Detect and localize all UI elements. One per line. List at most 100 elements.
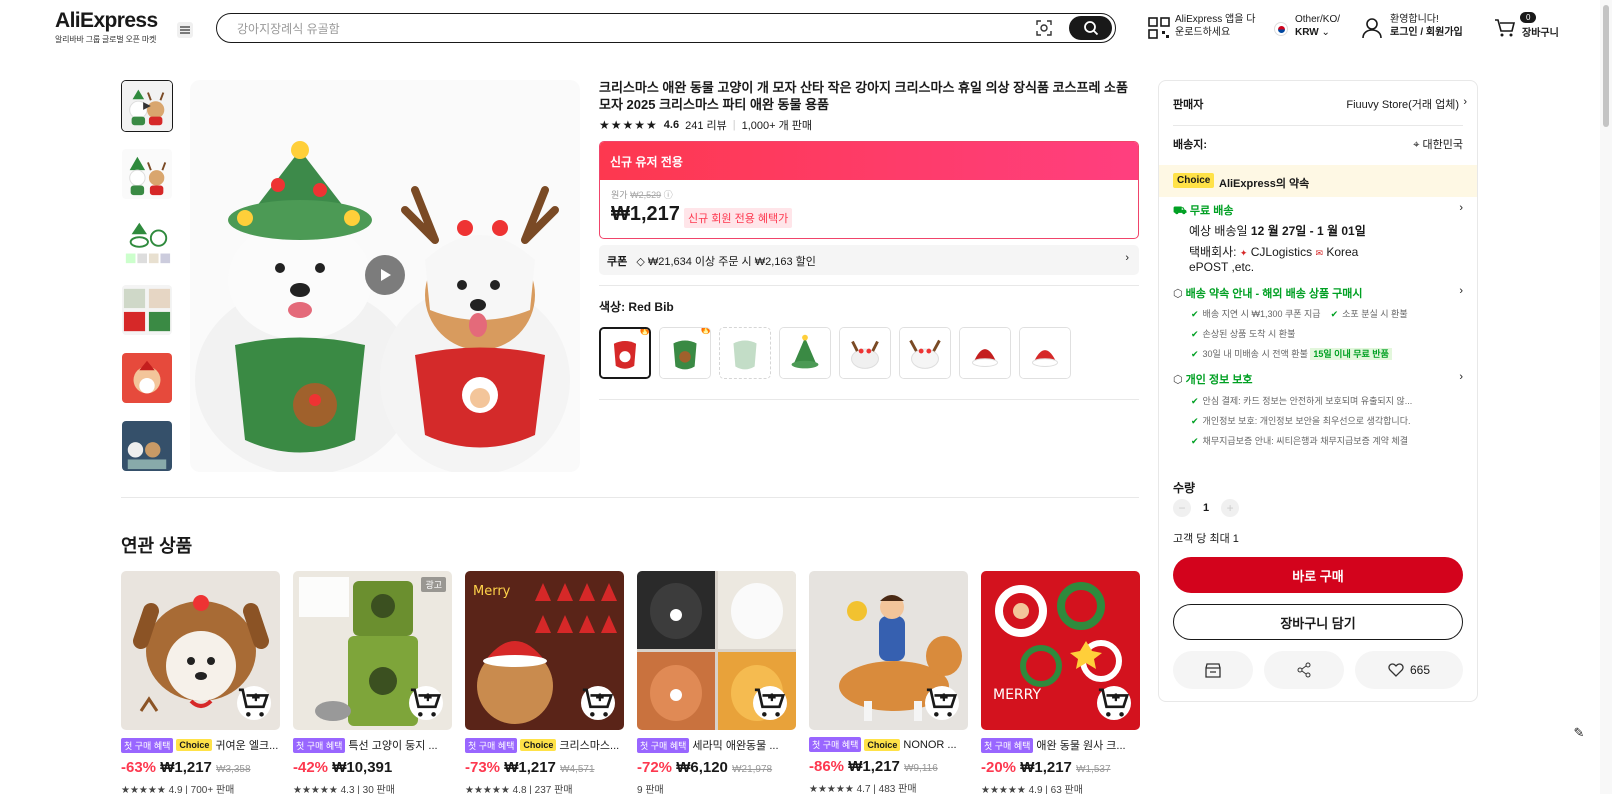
swatch-green-hat[interactable] xyxy=(779,327,831,379)
add-to-cart-icon[interactable] xyxy=(753,686,787,720)
color-swatches: 🔥 🔥 xyxy=(599,327,1071,379)
add-to-cart-icon[interactable] xyxy=(409,686,443,720)
add-to-cart-icon[interactable] xyxy=(1097,686,1131,720)
rating-value: 4.6 xyxy=(663,119,680,131)
swatch-green-set-unavailable xyxy=(719,327,771,379)
swatch-red-hat-2[interactable] xyxy=(1019,327,1071,379)
search-bar: 강아지장례식 유골함 xyxy=(216,13,1116,43)
original-price: 원가 ₩2,529 ⓘ xyxy=(611,190,673,200)
product-card[interactable]: 첫 구매 혜택 Choice NONOR ... -86% ₩1,217 ₩9,11… xyxy=(809,571,968,794)
share-button[interactable] xyxy=(1264,651,1344,689)
sale-price: ₩1,217 xyxy=(611,203,680,225)
hot-icon: 🔥 xyxy=(638,327,651,336)
svg-text:Merry: Merry xyxy=(473,584,511,599)
separator: | xyxy=(732,119,736,131)
increase-qty-button[interactable]: + xyxy=(1221,499,1240,517)
quantity-stepper: − 1 + xyxy=(1173,499,1240,517)
product-card-image[interactable]: MERRY xyxy=(981,571,1140,730)
add-to-cart-icon[interactable] xyxy=(237,686,271,720)
delivery-guarantee-row[interactable]: ⬡ 배송 약속 안내 - 해외 배송 상품 구매시 › xyxy=(1173,285,1463,301)
menu-icon[interactable] xyxy=(177,22,193,38)
free-shipping-row[interactable]: ⛟ 무료 배송 › xyxy=(1173,202,1463,219)
product-card-image[interactable] xyxy=(637,571,796,730)
chevron-right-icon: › xyxy=(1125,252,1129,264)
search-icon xyxy=(1083,21,1098,36)
seller-row[interactable]: 판매자 Fiuuvy Store(거래 업체) › xyxy=(1173,96,1467,112)
chevron-right-icon: › xyxy=(1459,285,1463,297)
price-tag: 신규 회원 전용 혜택가 xyxy=(684,208,793,228)
guarantee-item: ✔ 배송 지연 시 ₩1,300 쿠폰 지급 ✔ 소포 분실 시 환불 xyxy=(1191,309,1408,319)
ad-tag: 광고 xyxy=(421,577,446,592)
cart-count-badge: 0 xyxy=(1520,12,1537,23)
privacy-item: ✔ 안심 결제: 카드 정보는 안전하게 보호되며 유출되지 않... xyxy=(1191,396,1413,406)
thumbnail-5[interactable] xyxy=(121,352,173,404)
thumbnail-1[interactable] xyxy=(121,80,173,132)
product-card-image[interactable] xyxy=(809,571,968,730)
thumbnail-strip xyxy=(121,80,177,472)
color-label: 색상: Red Bib xyxy=(599,300,674,314)
divider xyxy=(1173,125,1463,126)
thumbnail-6[interactable] xyxy=(121,420,173,472)
search-button[interactable] xyxy=(1069,16,1112,40)
logo-text: AliExpress xyxy=(55,9,158,32)
thumbnail-2[interactable] xyxy=(121,148,173,200)
add-to-cart-icon[interactable] xyxy=(581,686,615,720)
product-card[interactable]: 첫 구매 혜택 세라믹 애완동물 ... -72% ₩6,120 ₩21,978 … xyxy=(637,571,796,794)
purchase-panel: 판매자 Fiuuvy Store(거래 업체) › 배송지: ⌖ 대한민국 Ch… xyxy=(1158,80,1478,702)
play-video-button[interactable] xyxy=(365,255,405,295)
swatch-red-bib[interactable]: 🔥 xyxy=(599,327,651,379)
swatch-red-hat-1[interactable] xyxy=(959,327,1011,379)
seller-label: 판매자 xyxy=(1173,99,1204,111)
product-card-title: 첫 구매 혜택 특선 고양이 둥지 ... xyxy=(293,737,452,753)
thumbnail-3[interactable] xyxy=(121,216,173,268)
guarantee-item: ✔ 손상된 상품 도착 시 환불 xyxy=(1191,329,1296,339)
feedback-edit-icon[interactable]: ✎ xyxy=(1568,722,1590,744)
ship-to-row[interactable]: 배송지: ⌖ 대한민국 xyxy=(1173,136,1463,152)
thumbnail-4[interactable] xyxy=(121,284,173,336)
chevron-right-icon: › xyxy=(1459,202,1463,214)
product-card[interactable]: Merry 첫 구매 혜택 Choice 크리스마스... -73% ₩1,217 … xyxy=(465,571,624,794)
divider xyxy=(599,285,1139,286)
scrollbar-thumb[interactable] xyxy=(1603,5,1609,127)
swatch-antler-hat-2[interactable] xyxy=(899,327,951,379)
coupon-label: 쿠폰 xyxy=(607,256,628,268)
product-title: 크리스마스 애완 동물 고양이 개 모자 산타 작은 강아지 크리스마스 휴일 … xyxy=(599,80,1128,112)
search-input[interactable]: 강아지장례식 유골함 xyxy=(237,20,340,37)
coupon-row[interactable]: 쿠폰 ◇ ₩21,634 이상 주문 시 ₩2,163 할인 › xyxy=(599,245,1139,275)
seller-name[interactable]: Fiuuvy Store(거래 업체) xyxy=(1346,96,1459,112)
product-card[interactable]: MERRY 첫 구매 혜택 애완 동물 원사 크... -20% ₩1,217 ₩… xyxy=(981,571,1140,794)
product-card-title: 첫 구매 혜택 Choice NONOR ... xyxy=(809,737,968,752)
user-icon xyxy=(1362,18,1382,39)
add-to-cart-icon[interactable] xyxy=(925,686,959,720)
add-to-cart-button[interactable]: 장바구니 담기 xyxy=(1173,604,1463,640)
quantity-limit: 고객 당 최대 1 xyxy=(1173,533,1239,545)
product-card[interactable]: 광고 첫 구매 혜택 특선 고양이 둥지 ... -42% ₩10,391 ★★★… xyxy=(293,571,452,794)
product-card-meta: ★★★★★ 4.9 | 700+ 판매 xyxy=(121,785,235,794)
store-button[interactable] xyxy=(1173,651,1253,689)
divider xyxy=(599,399,1139,400)
product-card[interactable]: 첫 구매 혜택 Choice 귀여운 엘크... -63% ₩1,217 ₩3,35… xyxy=(121,571,280,794)
coupon-text: ₩21,634 이상 주문 시 ₩2,163 할인 xyxy=(647,256,816,268)
product-card-image[interactable]: 광고 xyxy=(293,571,452,730)
free-shipping-label: 무료 배송 xyxy=(1189,205,1234,217)
wishlist-button[interactable]: 665 xyxy=(1355,651,1463,689)
product-card-image[interactable] xyxy=(121,571,280,730)
privacy-row[interactable]: ⬡ 개인 정보 보호 › xyxy=(1173,371,1463,387)
aliexpress-logo[interactable]: AliExpress 알리바바 그룹 글로벌 오픈 마켓 xyxy=(55,10,158,45)
sold-count: 1,000+ 개 판매 xyxy=(741,120,813,132)
review-count-link[interactable]: 241 리뷰 xyxy=(685,117,727,133)
site-header: AliExpress 알리바바 그룹 글로벌 오픈 마켓 강아지장례식 유골함 … xyxy=(0,0,1612,58)
product-card-title: 첫 구매 혜택 Choice 크리스마스... xyxy=(465,737,624,753)
rating-stars: ★★★★★ xyxy=(599,118,658,132)
region-text: Other/KO/KRW ⌄ xyxy=(1295,14,1341,38)
guarantee-title: 배송 약속 안내 - 해외 배송 상품 구매시 xyxy=(1185,288,1363,300)
swatch-green-bib[interactable]: 🔥 xyxy=(659,327,711,379)
divider xyxy=(121,497,1139,498)
camera-search-icon[interactable] xyxy=(1035,19,1053,37)
swatch-antler-hat-1[interactable] xyxy=(839,327,891,379)
page-scrollbar[interactable] xyxy=(1600,0,1612,794)
product-card-image[interactable]: Merry xyxy=(465,571,624,730)
decrease-qty-button[interactable]: − xyxy=(1173,499,1191,517)
buy-now-button[interactable]: 바로 구매 xyxy=(1173,557,1463,593)
product-card-title: 첫 구매 혜택 애완 동물 원사 크... xyxy=(981,737,1140,753)
